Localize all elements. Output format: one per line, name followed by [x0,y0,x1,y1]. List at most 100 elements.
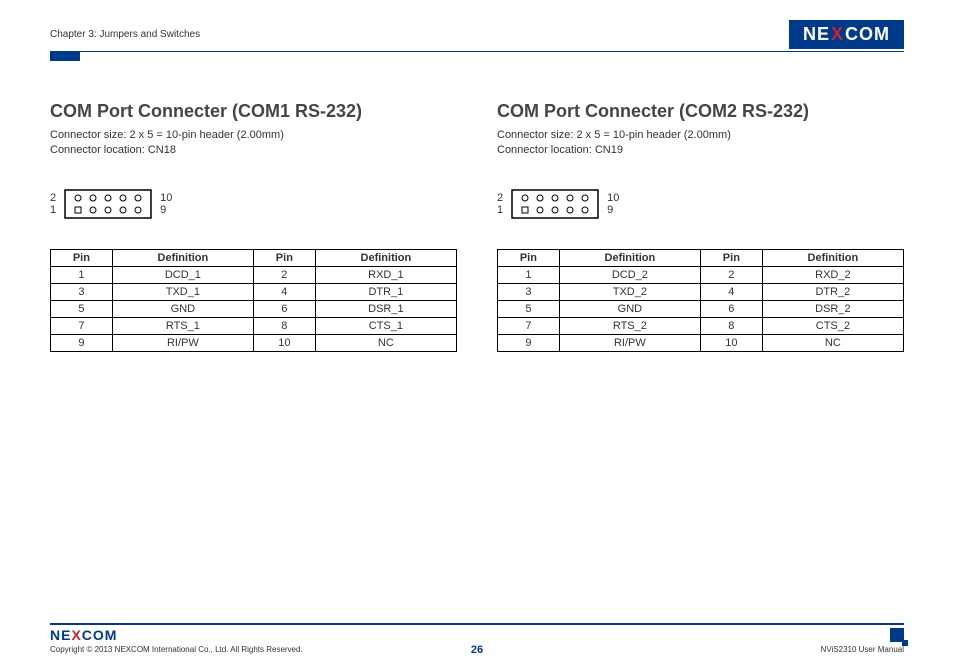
table-header-row: Pin Definition Pin Definition [51,249,457,266]
cell: DSR_2 [762,300,903,317]
pin-labels-right: 10 9 [160,192,172,216]
th-def: Definition [762,249,903,266]
logo-text-post: COM [845,24,890,45]
table-row: 9RI/PW10NC [51,334,457,351]
pin-table: Pin Definition Pin Definition 1DCD_12RXD… [50,249,457,352]
cell: TXD_2 [559,283,700,300]
logo-text-pre: NE [803,24,830,45]
pin-label: 2 [497,192,503,204]
cell: 8 [700,317,762,334]
section-title: COM Port Connecter (COM1 RS-232) [50,101,457,122]
table-header-row: Pin Definition Pin Definition [498,249,904,266]
pin-label: 1 [50,204,56,216]
table-row: 1DCD_12RXD_1 [51,266,457,283]
header-tab-accent [50,51,80,61]
pin-label: 9 [160,204,172,216]
pin-label: 10 [160,192,172,204]
table-row: 1DCD_22RXD_2 [498,266,904,283]
pin-labels-right: 10 9 [607,192,619,216]
pin-label: 2 [50,192,56,204]
cell: 1 [51,266,113,283]
th-pin: Pin [253,249,315,266]
cell: DTR_2 [762,283,903,300]
connector-diagram: 2 1 10 9 [497,189,904,219]
cell: CTS_2 [762,317,903,334]
th-pin: Pin [51,249,113,266]
table-row: 5GND6DSR_2 [498,300,904,317]
table-row: 5GND6DSR_1 [51,300,457,317]
cell: 5 [498,300,560,317]
cell: TXD_1 [112,283,253,300]
table-row: 3TXD_24DTR_2 [498,283,904,300]
cell: 7 [51,317,113,334]
cell: DCD_2 [559,266,700,283]
cell: 2 [700,266,762,283]
cell: 4 [253,283,315,300]
connector-icon [64,189,152,219]
cell: 9 [498,334,560,351]
pin-label: 9 [607,204,619,216]
brand-logo: NEXCOM [789,20,904,49]
pin-labels-left: 2 1 [50,192,56,216]
th-def: Definition [315,249,456,266]
cell: GND [112,300,253,317]
cell: DTR_1 [315,283,456,300]
pin-label: 10 [607,192,619,204]
cell: RTS_1 [112,317,253,334]
connector-size: Connector size: 2 x 5 = 10-pin header (2… [497,128,904,143]
logo-text-x: X [71,627,81,643]
table-row: 7RTS_28CTS_2 [498,317,904,334]
page-number: 26 [471,644,483,656]
cell: 7 [498,317,560,334]
section-com2: COM Port Connecter (COM2 RS-232) Connect… [497,101,904,352]
cell: 2 [253,266,315,283]
logo-text-x: X [831,24,844,45]
th-def: Definition [559,249,700,266]
logo-text-pre: NE [50,627,71,643]
pin-table: Pin Definition Pin Definition 1DCD_22RXD… [497,249,904,352]
cell: RXD_1 [315,266,456,283]
cell: 3 [51,283,113,300]
cell: RXD_2 [762,266,903,283]
copyright-text: Copyright © 2013 NEXCOM International Co… [50,645,303,654]
cell: 6 [700,300,762,317]
cell: GND [559,300,700,317]
connector-size: Connector size: 2 x 5 = 10-pin header (2… [50,128,457,143]
connector-location: Connector location: CN18 [50,143,457,158]
cell: 9 [51,334,113,351]
cell: 1 [498,266,560,283]
cell: DCD_1 [112,266,253,283]
cell: DSR_1 [315,300,456,317]
cell: RI/PW [559,334,700,351]
cell: 10 [700,334,762,351]
cell: 5 [51,300,113,317]
cell: 4 [700,283,762,300]
connector-location: Connector location: CN19 [497,143,904,158]
logo-text-post: COM [82,627,118,643]
section-title: COM Port Connecter (COM2 RS-232) [497,101,904,122]
footer-accent-icon [890,628,904,642]
cell: 8 [253,317,315,334]
cell: 10 [253,334,315,351]
footer-logo: NEXCOM [50,627,117,643]
section-com1: COM Port Connecter (COM1 RS-232) Connect… [50,101,457,352]
th-def: Definition [112,249,253,266]
cell: CTS_1 [315,317,456,334]
table-row: 3TXD_14DTR_1 [51,283,457,300]
cell: 6 [253,300,315,317]
table-row: 9RI/PW10NC [498,334,904,351]
connector-diagram: 2 1 10 9 [50,189,457,219]
cell: NC [762,334,903,351]
th-pin: Pin [700,249,762,266]
cell: RI/PW [112,334,253,351]
th-pin: Pin [498,249,560,266]
page-footer: NEXCOM Copyright © 2013 NEXCOM Internati… [50,623,904,654]
cell: RTS_2 [559,317,700,334]
cell: 3 [498,283,560,300]
table-row: 7RTS_18CTS_1 [51,317,457,334]
manual-name: NViS2310 User Manual [821,645,904,654]
connector-icon [511,189,599,219]
pin-labels-left: 2 1 [497,192,503,216]
pin-label: 1 [497,204,503,216]
chapter-title: Chapter 3: Jumpers and Switches [50,29,200,40]
